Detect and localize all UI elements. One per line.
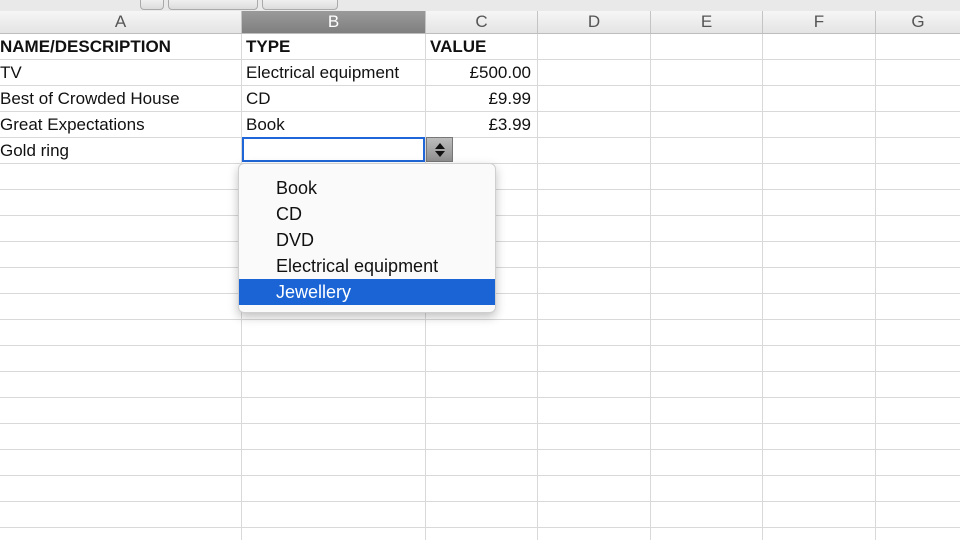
list-dropdown-button[interactable]: [426, 137, 453, 162]
cell-a4[interactable]: Great Expectations: [0, 112, 240, 138]
cell-b2[interactable]: Electrical equipment: [246, 60, 424, 86]
gridline: [762, 34, 763, 540]
dropdown-option-electrical-equipment[interactable]: Electrical equipment: [239, 253, 495, 279]
column-header-e[interactable]: E: [651, 11, 763, 33]
cell-c2[interactable]: £500.00: [426, 60, 537, 86]
toolbar-button[interactable]: [262, 0, 338, 10]
cell-c1[interactable]: VALUE: [430, 34, 536, 60]
cell-b4[interactable]: Book: [246, 112, 424, 138]
cell-a2[interactable]: TV: [0, 60, 240, 86]
dropdown-option-cd[interactable]: CD: [239, 201, 495, 227]
active-cell-b5[interactable]: [242, 137, 425, 162]
column-header-b[interactable]: B: [242, 11, 426, 33]
column-header-g[interactable]: G: [876, 11, 960, 33]
cell-c3[interactable]: £9.99: [426, 86, 537, 112]
gridline: [650, 34, 651, 540]
up-down-arrows-icon: [434, 142, 445, 157]
cell-c4[interactable]: £3.99: [426, 112, 537, 138]
column-header-f[interactable]: F: [763, 11, 876, 33]
column-header-d[interactable]: D: [538, 11, 651, 33]
toolbar-button[interactable]: [140, 0, 164, 10]
dropdown-option-dvd[interactable]: DVD: [239, 227, 495, 253]
validation-dropdown-list[interactable]: Book CD DVD Electrical equipment Jewelle…: [238, 163, 496, 313]
gridline: [537, 34, 538, 540]
cell-a5[interactable]: Gold ring: [0, 138, 240, 164]
column-header-bar: A B C D E F G: [0, 11, 960, 34]
column-header-c[interactable]: C: [426, 11, 538, 33]
cell-a3[interactable]: Best of Crowded House: [0, 86, 240, 112]
dropdown-option-jewellery[interactable]: Jewellery: [239, 279, 495, 305]
column-header-a[interactable]: A: [0, 11, 242, 33]
dropdown-option-book[interactable]: Book: [239, 175, 495, 201]
cell-b1[interactable]: TYPE: [246, 34, 424, 60]
toolbar-button-group[interactable]: [168, 0, 258, 10]
cell-b3[interactable]: CD: [246, 86, 424, 112]
cell-a1[interactable]: NAME/DESCRIPTION: [0, 34, 240, 60]
gridline: [875, 34, 876, 540]
